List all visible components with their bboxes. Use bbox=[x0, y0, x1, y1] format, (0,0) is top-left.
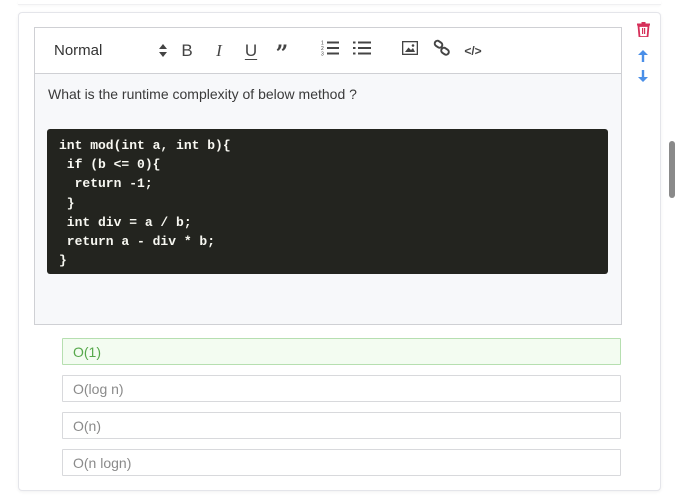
format-select-value: Normal bbox=[54, 42, 103, 59]
answer-option[interactable]: O(1) bbox=[62, 338, 621, 365]
bullet-list-button[interactable] bbox=[351, 28, 373, 73]
move-down-button[interactable] bbox=[634, 69, 652, 87]
previous-card-edge bbox=[18, 0, 661, 5]
svg-text:3: 3 bbox=[321, 52, 324, 57]
editor-toolbar: Normal B I U ” 1 2 3 </> bbox=[35, 28, 621, 74]
rich-text-editor: Normal B I U ” 1 2 3 </> What is the run… bbox=[34, 27, 622, 325]
underline-icon: U bbox=[244, 40, 258, 60]
answer-option[interactable]: O(n logn) bbox=[62, 449, 621, 476]
answer-label: O(n) bbox=[73, 417, 101, 434]
underline-button[interactable]: U bbox=[241, 28, 261, 73]
image-icon bbox=[401, 40, 419, 60]
answer-option[interactable]: O(log n) bbox=[62, 375, 621, 402]
blockquote-button[interactable]: ” bbox=[272, 28, 292, 73]
select-arrows-icon bbox=[156, 28, 170, 73]
ordered-list-icon: 1 2 3 bbox=[321, 40, 339, 61]
code-block-button[interactable]: </> bbox=[462, 28, 484, 73]
delete-question-button[interactable] bbox=[634, 22, 652, 42]
link-icon bbox=[433, 39, 451, 62]
answer-label: O(1) bbox=[73, 343, 101, 360]
scrollbar-track[interactable] bbox=[662, 0, 688, 501]
question-text[interactable]: What is the runtime complexity of below … bbox=[48, 86, 357, 102]
ordered-list-button[interactable]: 1 2 3 bbox=[319, 28, 341, 73]
answer-label: O(n logn) bbox=[73, 454, 132, 471]
scrollbar-thumb[interactable] bbox=[669, 141, 675, 198]
answer-option[interactable]: O(n) bbox=[62, 412, 621, 439]
quote-icon: ” bbox=[275, 40, 289, 67]
arrow-up-icon bbox=[638, 49, 648, 67]
trash-icon bbox=[636, 22, 650, 42]
answer-label: O(log n) bbox=[73, 380, 124, 397]
insert-link-button[interactable] bbox=[431, 28, 453, 73]
bold-button[interactable]: B bbox=[177, 28, 197, 73]
arrow-down-icon bbox=[638, 69, 648, 87]
italic-button[interactable]: I bbox=[209, 28, 229, 73]
insert-image-button[interactable] bbox=[399, 28, 421, 73]
code-icon: </> bbox=[464, 43, 482, 58]
format-select[interactable]: Normal bbox=[54, 28, 167, 73]
code-block[interactable]: int mod(int a, int b){ if (b <= 0){ retu… bbox=[47, 129, 608, 274]
bullet-list-icon bbox=[353, 40, 371, 61]
italic-icon: I bbox=[216, 40, 222, 60]
bold-icon: B bbox=[181, 40, 193, 60]
move-up-button[interactable] bbox=[634, 49, 652, 67]
